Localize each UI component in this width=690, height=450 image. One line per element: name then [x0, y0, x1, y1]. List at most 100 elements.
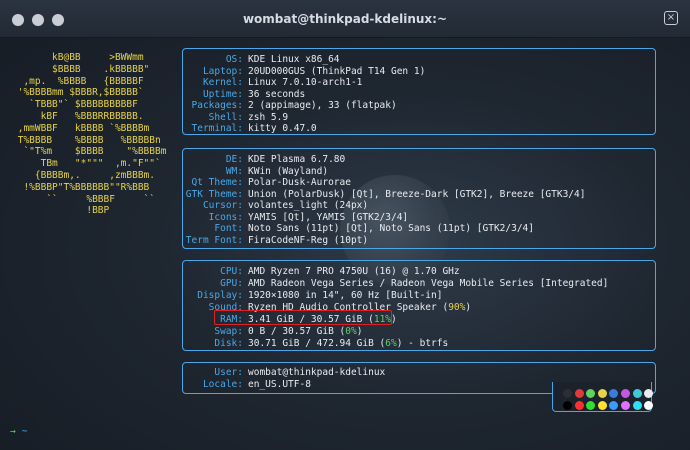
info-key: CPU: — [220, 266, 243, 277]
info-row: Qt Theme: Polar-Dusk-Aurorae — [183, 177, 653, 189]
info-row: Terminal: kitty 0.47.0 — [183, 123, 653, 135]
info-value: en_US.UTF-8 — [248, 378, 311, 390]
palette-swatch — [597, 401, 607, 410]
window-title: wombat@thinkpad-kdelinux:~ — [242, 12, 448, 26]
ascii-logo: kB@BB >BWWmm $BBBB .kBBBBB" ,mp. %BBBB {… — [12, 52, 182, 217]
window-titlebar[interactable]: wombat@thinkpad-kdelinux:~ × — [0, 0, 690, 38]
info-value: zsh 5.9 — [248, 111, 289, 123]
info-value: Union (PolarDusk) [Qt], Breeze-Dark [GTK… — [248, 188, 586, 200]
info-value: Linux 7.0.10-arch1-1 — [248, 77, 363, 88]
info-row: WM: KWin (Wayland) — [183, 166, 653, 178]
info-value: AMD Ryzen 7 PRO 4750U (16) @ 1.70 GHz — [248, 266, 460, 277]
info-row: Kernel: Linux 7.0.10-arch1-1 — [183, 77, 653, 89]
info-row-cpu: CPU: AMD Ryzen 7 PRO 4750U (16) @ 1.70 G… — [183, 266, 653, 278]
shell-prompt[interactable]: → ~ — [10, 426, 27, 437]
info-value: KWin (Wayland) — [248, 165, 329, 177]
info-value: 30.71 GiB / 472.94 GiB (6%) - btrfs — [248, 338, 448, 350]
info-value: 20UD000GUS (ThinkPad T14 Gen 1) — [248, 65, 426, 77]
info-key: Locale: — [202, 378, 243, 390]
info-row: Packages: 2 (appimage), 33 (flatpak) — [183, 100, 653, 112]
info-key: Cursor: — [202, 200, 243, 211]
info-row: Uptime: 36 seconds — [183, 89, 653, 101]
info-key: Packages: — [191, 100, 243, 111]
ascii-logo-line: `TBBB"` $BBBBBBBBBF — [12, 99, 138, 111]
palette-swatch — [644, 401, 654, 410]
palette-swatch — [574, 389, 584, 398]
info-row: Term Font: FiraCodeNF-Reg (10pt) — [183, 235, 653, 247]
palette-swatch — [597, 389, 607, 398]
disk-percent: 6% — [385, 338, 397, 349]
info-row-gpu: GPU: AMD Radeon Vega Series / Radeon Veg… — [183, 278, 653, 290]
palette-swatch — [574, 401, 584, 410]
palette-swatch — [586, 401, 596, 410]
ascii-logo-line: kB@BB >BWWmm — [12, 52, 144, 63]
hardware-info-box: CPU: AMD Ryzen 7 PRO 4750U (16) @ 1.70 G… — [182, 260, 656, 351]
palette-row-2 — [563, 401, 654, 410]
info-row-disk: Disk: 30.71 GiB / 472.94 GiB (6%) - btrf… — [183, 338, 653, 350]
info-value: wombat@thinkpad-kdelinux — [248, 367, 386, 378]
ascii-logo-line: ,mp. %BBBB {BBBBBF — [12, 75, 144, 87]
disk-text: 30.71 GiB / 472.94 GiB ( — [248, 338, 386, 349]
info-row-swap: Swap: 0 B / 30.57 GiB (0%) — [183, 326, 653, 338]
info-row: GTK Theme: Union (PolarDusk) [Qt], Breeze… — [183, 189, 653, 201]
info-key: Shell: — [208, 111, 243, 123]
info-key: Term Font: — [185, 234, 243, 246]
ascii-logo-line: '%BBBBmm $BBBR,$BBBBB` — [12, 87, 144, 99]
ascii-logo-line: !%BBBP"T%BBBBBB""R%BBB — [12, 181, 150, 193]
info-key: Uptime: — [202, 88, 243, 100]
info-key: OS: — [225, 54, 243, 65]
ascii-logo-line: ,mmWBBF kBBBB `%BBBBm — [12, 122, 150, 134]
palette-swatch — [632, 401, 642, 410]
ascii-logo-line: `"T%m $BBBB "%BBBBm — [12, 146, 167, 158]
info-key: Swap: — [214, 326, 243, 337]
sound-percent: 90% — [448, 302, 466, 313]
prompt-arrow-icon: → — [10, 426, 16, 437]
swap-percent: 0% — [345, 326, 357, 337]
info-row: User: wombat@thinkpad-kdelinux — [183, 367, 653, 379]
info-key: Terminal: — [191, 123, 243, 134]
palette-swatch — [586, 389, 596, 398]
info-row: Icons: YAMIS [Qt], YAMIS [GTK2/3/4] — [183, 212, 653, 224]
info-key: WM: — [225, 165, 243, 177]
ascii-logo-line: $BBBB .kBBBBB" — [12, 63, 150, 75]
info-value: kitty 0.47.0 — [248, 123, 317, 134]
ascii-logo-line: !BBP — [12, 205, 110, 217]
info-key: User: — [214, 367, 243, 378]
info-value: Noto Sans (11pt) [Qt], Noto Sans (11pt) … — [248, 223, 534, 234]
info-key: GPU: — [220, 278, 243, 289]
info-row-display: Display: 1920×1080 in 14", 60 Hz [Built-… — [183, 290, 653, 302]
info-value: YAMIS [Qt], YAMIS [GTK2/3/4] — [248, 211, 409, 223]
info-row: Shell: zsh 5.9 — [183, 112, 653, 124]
color-palette — [552, 382, 654, 412]
palette-swatch — [620, 401, 630, 410]
info-key: Icons: — [208, 211, 243, 223]
info-key: DE: — [225, 154, 243, 165]
info-value: KDE Linux x86_64 — [248, 54, 340, 65]
info-key: Display: — [197, 290, 243, 301]
palette-swatch — [620, 389, 630, 398]
disk-end: ) - btrfs — [396, 338, 449, 349]
info-value: Polar-Dusk-Aurorae — [248, 177, 351, 188]
swap-text: 0 B / 30.57 GiB ( — [248, 326, 346, 337]
info-key: Font: — [214, 223, 243, 234]
info-row: DE: KDE Plasma 6.7.80 — [183, 154, 653, 166]
info-key: GTK Theme: — [185, 188, 243, 200]
ascii-logo-line: kBF %BBBRRBBBBB. — [12, 110, 144, 122]
ascii-logo-line: {BBBBm,. ,zmBBBm. — [12, 169, 155, 181]
info-row: Cursor: volantes_light (24px) — [183, 200, 653, 212]
ascii-logo-line: T%BBBB %BBBB %BBBBBn — [12, 134, 161, 146]
swap-end: ) — [356, 326, 363, 337]
info-key: Disk: — [214, 338, 243, 349]
info-key: Kernel: — [202, 77, 243, 88]
palette-row-1 — [563, 389, 654, 398]
info-row: Font: Noto Sans (11pt) [Qt], Noto Sans (1… — [183, 223, 653, 235]
info-value: KDE Plasma 6.7.80 — [248, 154, 346, 165]
desktop-info-box: DE: KDE Plasma 6.7.80 WM: KWin (Wayland) Qt … — [182, 148, 656, 249]
palette-swatch — [609, 389, 619, 398]
palette-swatch — [563, 401, 572, 410]
info-row: Laptop: 20UD000GUS (ThinkPad T14 Gen 1) — [183, 66, 653, 78]
palette-swatch — [644, 389, 654, 398]
close-icon[interactable]: × — [664, 11, 678, 25]
palette-swatch — [632, 389, 642, 398]
prompt-directory: ~ — [21, 426, 28, 437]
